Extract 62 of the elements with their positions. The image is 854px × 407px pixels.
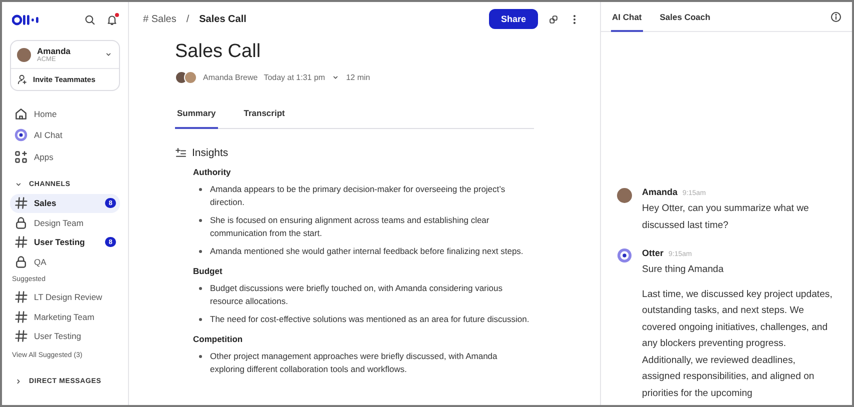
hash-icon: [14, 310, 28, 324]
user-avatar: [617, 188, 632, 203]
breadcrumb-current: Sales Call: [199, 14, 246, 24]
meeting-duration: 12 min: [346, 73, 370, 82]
message-text: Sure thing Amanda: [642, 263, 725, 277]
channel-item[interactable]: LT Design Review: [10, 288, 120, 307]
insight-text: She is focused on ensuring alignment across teams and establishing clear communication from the start.: [210, 214, 490, 240]
participant-avatars: [175, 71, 197, 84]
insight-text: Budget discussions were briefly touched on, with Amanda considering various resource allocations.: [210, 282, 504, 308]
message-text: Last time, we discussed key project updates, outstanding tasks, and next steps. We covered ongoing initiatives, challenges, and any blockers preventing progress. Additionally, we reviewed deadlines, assigned responsibilities, and aligned on priorities for the upcoming: [642, 288, 834, 400]
breadcrumb-link[interactable]: # Sales: [143, 14, 176, 24]
search-icon: [84, 14, 96, 26]
tab[interactable]: Transcript: [242, 104, 287, 129]
message-author: Otter: [642, 248, 664, 258]
avatar: [17, 48, 31, 62]
channel-item[interactable]: Marketing Team: [10, 307, 120, 326]
insight-heading: Budget: [193, 266, 224, 276]
breadcrumb-separator: /: [186, 14, 190, 24]
apps-icon: [14, 150, 28, 164]
insight-text: The need for cost-effective solutions was mentioned as an area for future discussion.: [210, 313, 530, 326]
insight-text: Other project management approaches were briefly discussed, with Amanda exploring different collaboration tools and workflows.: [210, 350, 498, 376]
share-button[interactable]: Share: [488, 9, 538, 29]
bullet: [199, 250, 202, 253]
hash-icon: [14, 196, 28, 210]
add-person-icon: [17, 74, 28, 85]
bullet: [199, 287, 202, 290]
nav-item[interactable]: Home: [10, 103, 120, 124]
meeting-title: Sales Call: [175, 41, 262, 63]
owner-name: Amanda Brewe: [203, 73, 258, 82]
lock-icon: [14, 254, 28, 269]
nav-item[interactable]: Apps: [10, 146, 120, 168]
ai-icon: [14, 128, 28, 142]
tab[interactable]: Sales Coach: [658, 2, 712, 32]
insight-text: Amanda mentioned she would gather internal feedback before finalizing next steps.: [210, 245, 524, 258]
bullet: [199, 355, 202, 358]
insight-heading: Competition: [193, 334, 244, 344]
channel-item[interactable]: QA: [10, 252, 120, 272]
link-icon: [548, 14, 559, 24]
insights-icon: [175, 147, 187, 159]
hash-icon: [14, 329, 28, 344]
info-icon: [830, 10, 842, 22]
home-icon: [14, 106, 28, 121]
logo[interactable]: [12, 14, 40, 26]
insights-heading: Insights: [192, 147, 228, 159]
bullet: [199, 188, 202, 191]
channel-item[interactable]: Design Team: [10, 213, 120, 232]
hash-icon: [14, 235, 28, 250]
bullet: [199, 219, 202, 222]
hash-icon: [14, 290, 28, 304]
insight-text: Amanda appears to be the primary decision-maker for overseeing the project’s direction.: [210, 183, 506, 209]
channel-item[interactable]: User Testing: [10, 326, 120, 346]
nav-item[interactable]: AI Chat: [10, 124, 120, 146]
tab[interactable]: AI Chat: [611, 2, 643, 32]
bot-avatar: [617, 248, 632, 263]
lock-icon: [14, 216, 28, 230]
message-text: Hey Otter, can you summarize what we discussed last time?: [642, 202, 810, 232]
bullet: [199, 318, 202, 321]
insight-heading: Authority: [193, 167, 232, 177]
meeting-time[interactable]: Today at 1:31 pm: [264, 73, 326, 82]
account-name: Amanda: [37, 46, 72, 56]
tab[interactable]: Summary: [175, 104, 218, 129]
message-author: Amanda: [642, 187, 678, 197]
